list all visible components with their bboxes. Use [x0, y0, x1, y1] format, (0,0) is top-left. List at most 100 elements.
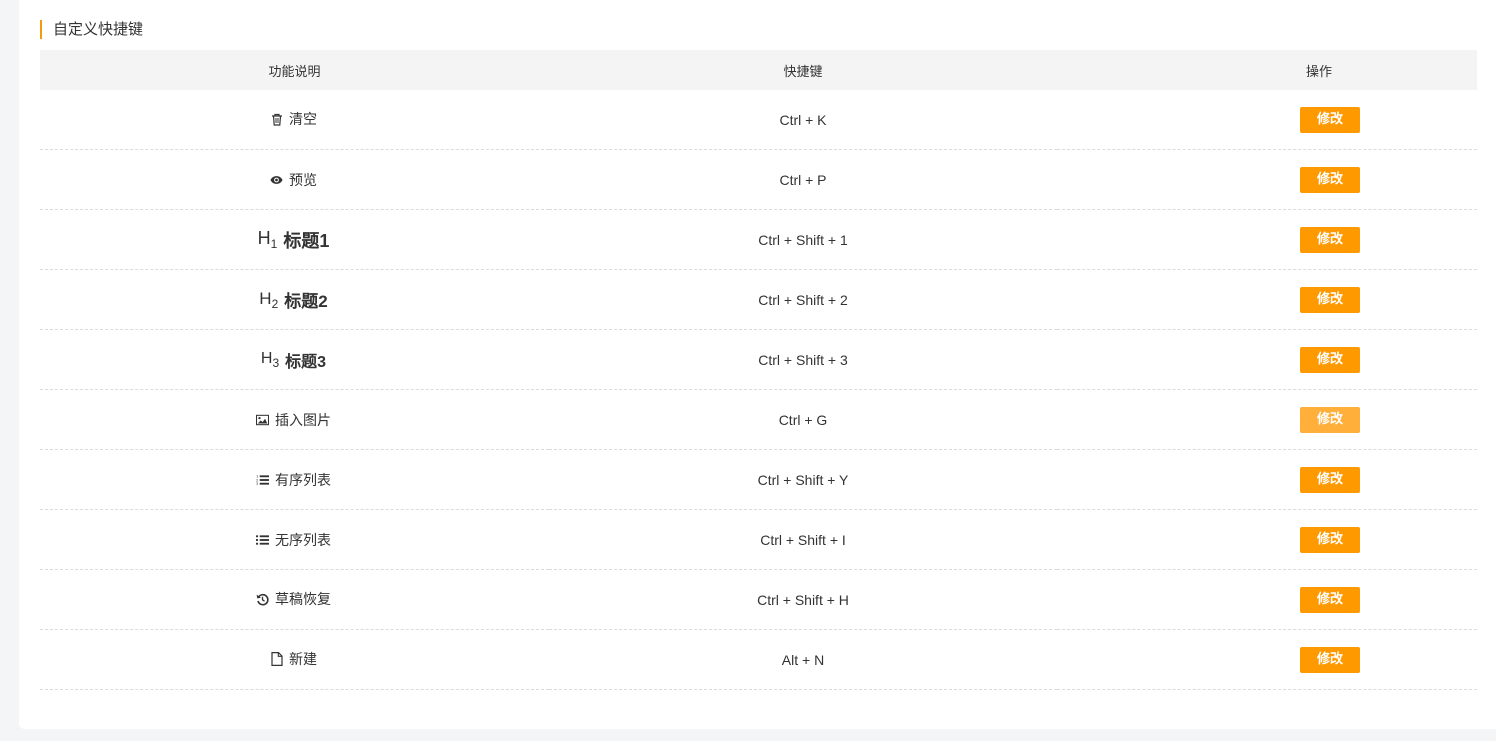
heading-3-icon: H3 — [261, 350, 279, 370]
header-shortcut: 快捷键 — [549, 50, 1057, 90]
action-wrap: 修改 — [1057, 646, 1477, 673]
image-icon — [256, 413, 269, 427]
edit-shortcut-button[interactable]: 修改 — [1300, 466, 1360, 493]
function-cell: 草稿恢复 — [40, 569, 549, 630]
action-cell: 修改 — [1057, 449, 1477, 510]
section-title: 自定义快捷键 — [40, 20, 143, 39]
edit-shortcut-button[interactable]: 修改 — [1300, 646, 1360, 673]
action-wrap: 修改 — [1057, 106, 1477, 133]
function-cell: H1 标题1 — [40, 209, 549, 270]
function-label-group: H2 标题2 — [259, 287, 327, 312]
edit-shortcut-button[interactable]: 修改 — [1300, 526, 1360, 553]
shortcut-cell: Ctrl + G — [549, 389, 1057, 450]
shortcut-cell: Ctrl + Shift + 3 — [549, 329, 1057, 390]
shortcut-cell: Ctrl + Shift + H — [549, 569, 1057, 630]
action-cell: 修改 — [1057, 90, 1477, 150]
function-cell: 无序列表 — [40, 509, 549, 570]
heading-level: 3 — [272, 355, 280, 370]
table-header-row: 功能说明 快捷键 操作 — [40, 50, 1477, 90]
shortcut-cell: Ctrl + Shift + Y — [549, 449, 1057, 510]
header-action: 操作 — [1057, 50, 1477, 90]
function-label-group: H3 标题3 — [261, 348, 326, 372]
edit-shortcut-button[interactable]: 修改 — [1300, 106, 1360, 133]
heading-2-icon: H2 — [259, 289, 278, 311]
action-cell: 修改 — [1057, 389, 1477, 450]
action-cell: 修改 — [1057, 569, 1477, 630]
function-cell: 插入图片 — [40, 389, 549, 450]
function-label-group: 新建 — [270, 649, 317, 669]
heading-1-icon: H1 — [258, 228, 278, 251]
table-row: 草稿恢复 Ctrl + Shift + H 修改 — [40, 569, 1477, 630]
function-label-group: 预览 — [270, 170, 317, 190]
function-label-group: 清空 — [270, 109, 317, 129]
function-label-group: 插入图片 — [256, 410, 331, 430]
shortcut-table: 功能说明 快捷键 操作 清空 Ctrl + K 修改 预览 Ctrl + P 修改 H1 标题… — [40, 50, 1477, 690]
action-wrap: 修改 — [1057, 466, 1477, 493]
function-cell: 1 2 3 有序列表 — [40, 449, 549, 510]
unordered-list-icon — [256, 533, 269, 547]
function-label-group: 无序列表 — [256, 530, 331, 550]
edit-shortcut-button[interactable]: 修改 — [1300, 406, 1360, 433]
function-cell: 新建 — [40, 629, 549, 690]
edit-shortcut-button[interactable]: 修改 — [1300, 226, 1360, 253]
table-row: 清空 Ctrl + K 修改 — [40, 90, 1477, 150]
edit-shortcut-button[interactable]: 修改 — [1300, 166, 1360, 193]
action-cell: 修改 — [1057, 149, 1477, 210]
table-row: H2 标题2 Ctrl + Shift + 2 修改 — [40, 269, 1477, 330]
table-row: 无序列表 Ctrl + Shift + I 修改 — [40, 509, 1477, 570]
heading-level: 1 — [270, 237, 278, 251]
table-row: 预览 Ctrl + P 修改 — [40, 149, 1477, 210]
action-wrap: 修改 — [1057, 286, 1477, 313]
table-row: H1 标题1 Ctrl + Shift + 1 修改 — [40, 209, 1477, 270]
action-wrap: 修改 — [1057, 586, 1477, 613]
function-label: 无序列表 — [275, 532, 331, 549]
action-wrap: 修改 — [1057, 406, 1477, 433]
function-label-group: 1 2 3 有序列表 — [256, 470, 331, 490]
trash-icon — [270, 112, 283, 126]
table-row: 1 2 3 有序列表 Ctrl + Shift + Y 修改 — [40, 449, 1477, 510]
action-cell: 修改 — [1057, 629, 1477, 690]
heading-prefix: H — [257, 228, 271, 248]
shortcut-cell: Ctrl + K — [549, 90, 1057, 150]
history-icon — [256, 592, 269, 606]
action-cell: 修改 — [1057, 329, 1477, 390]
function-label: 预览 — [289, 172, 317, 189]
action-wrap: 修改 — [1057, 166, 1477, 193]
table-row: 插入图片 Ctrl + G 修改 — [40, 389, 1477, 450]
svg-text:3: 3 — [256, 482, 259, 486]
heading-prefix: H — [259, 288, 272, 308]
file-icon — [270, 652, 283, 666]
function-cell: 清空 — [40, 90, 549, 150]
action-cell: 修改 — [1057, 209, 1477, 270]
function-label: 清空 — [289, 112, 317, 129]
shortcut-cell: Ctrl + Shift + I — [549, 509, 1057, 570]
shortcut-cell: Ctrl + P — [549, 149, 1057, 210]
table-row: 新建 Alt + N 修改 — [40, 629, 1477, 690]
heading-level: 2 — [271, 296, 279, 311]
shortcut-cell: Alt + N — [549, 629, 1057, 690]
heading-prefix: H — [260, 349, 273, 367]
action-wrap: 修改 — [1057, 526, 1477, 553]
action-wrap: 修改 — [1057, 346, 1477, 373]
action-wrap: 修改 — [1057, 226, 1477, 253]
header-function: 功能说明 — [40, 50, 549, 90]
function-label-group: H1 标题1 — [258, 227, 330, 253]
edit-shortcut-button[interactable]: 修改 — [1300, 346, 1360, 373]
function-label-group: 草稿恢复 — [256, 589, 331, 609]
action-cell: 修改 — [1057, 269, 1477, 330]
function-cell: H3 标题3 — [40, 329, 549, 390]
function-label: 新建 — [289, 652, 317, 668]
shortcut-cell: Ctrl + Shift + 1 — [549, 209, 1057, 270]
ordered-list-icon: 123 — [256, 473, 269, 487]
edit-shortcut-button[interactable]: 修改 — [1300, 586, 1360, 613]
function-label: 草稿恢复 — [275, 592, 331, 609]
eye-icon — [270, 173, 283, 187]
action-cell: 修改 — [1057, 509, 1477, 570]
edit-shortcut-button[interactable]: 修改 — [1300, 286, 1360, 313]
table-row: H3 标题3 Ctrl + Shift + 3 修改 — [40, 329, 1477, 390]
function-cell: 预览 — [40, 149, 549, 210]
function-label: 有序列表 — [275, 472, 331, 489]
function-cell: H2 标题2 — [40, 269, 549, 330]
function-label: 标题2 — [284, 292, 328, 311]
function-label: 标题3 — [285, 353, 327, 371]
